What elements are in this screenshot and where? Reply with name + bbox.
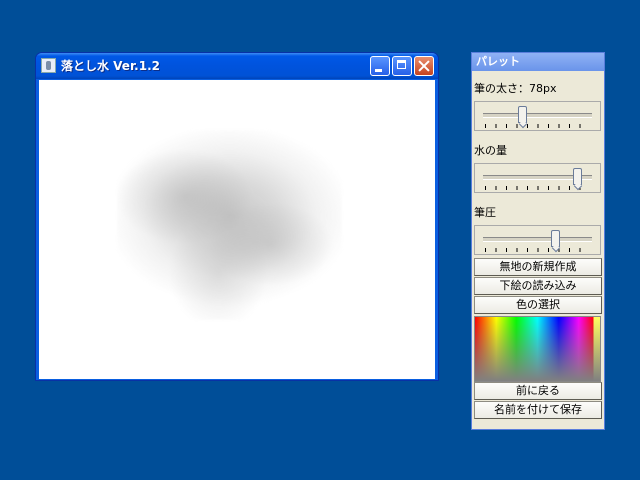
slider-ticks: [485, 124, 590, 128]
water-amount-label: 水の量: [474, 144, 507, 157]
water-amount-slider[interactable]: [474, 163, 601, 193]
undo-button[interactable]: 前に戻る: [474, 382, 602, 400]
brush-size-label: 筆の太さ：78px: [474, 82, 557, 96]
pressure-label: 筆圧: [474, 206, 496, 219]
brush-size-slider[interactable]: [474, 101, 601, 131]
slider-track: [483, 113, 592, 118]
close-button[interactable]: [414, 56, 434, 76]
select-color-button[interactable]: 色の選択: [474, 296, 602, 314]
ink-blot: [117, 130, 342, 320]
main-titlebar[interactable]: 落とし水 Ver.1.2: [36, 53, 438, 79]
palette-titlebar[interactable]: パレット: [472, 53, 604, 71]
brush-size-value: 78px: [529, 82, 557, 95]
window-title: 落とし水 Ver.1.2: [61, 59, 160, 73]
minimize-button[interactable]: [370, 56, 390, 76]
brush-size-caption: 筆の太さ：: [474, 82, 529, 95]
drawing-canvas[interactable]: [39, 80, 435, 379]
slider-track: [483, 237, 592, 242]
palette-title: パレット: [476, 55, 520, 68]
main-window: 落とし水 Ver.1.2: [35, 52, 439, 381]
slider-ticks: [485, 248, 590, 252]
save-as-button[interactable]: 名前を付けて保存: [474, 401, 602, 419]
app-icon[interactable]: [41, 58, 56, 73]
new-blank-button[interactable]: 無地の新規作成: [474, 258, 602, 276]
slider-thumb[interactable]: [518, 106, 527, 123]
color-spectrum[interactable]: [474, 316, 601, 382]
maximize-button[interactable]: [392, 56, 412, 76]
load-sketch-button[interactable]: 下絵の読み込み: [474, 277, 602, 295]
pressure-slider[interactable]: [474, 225, 601, 255]
slider-thumb[interactable]: [573, 168, 582, 185]
palette-window: パレット 筆の太さ：78px 水の量 筆圧 無地の新規作成 下絵の読み込み 色の…: [471, 52, 605, 430]
slider-thumb[interactable]: [551, 230, 560, 247]
